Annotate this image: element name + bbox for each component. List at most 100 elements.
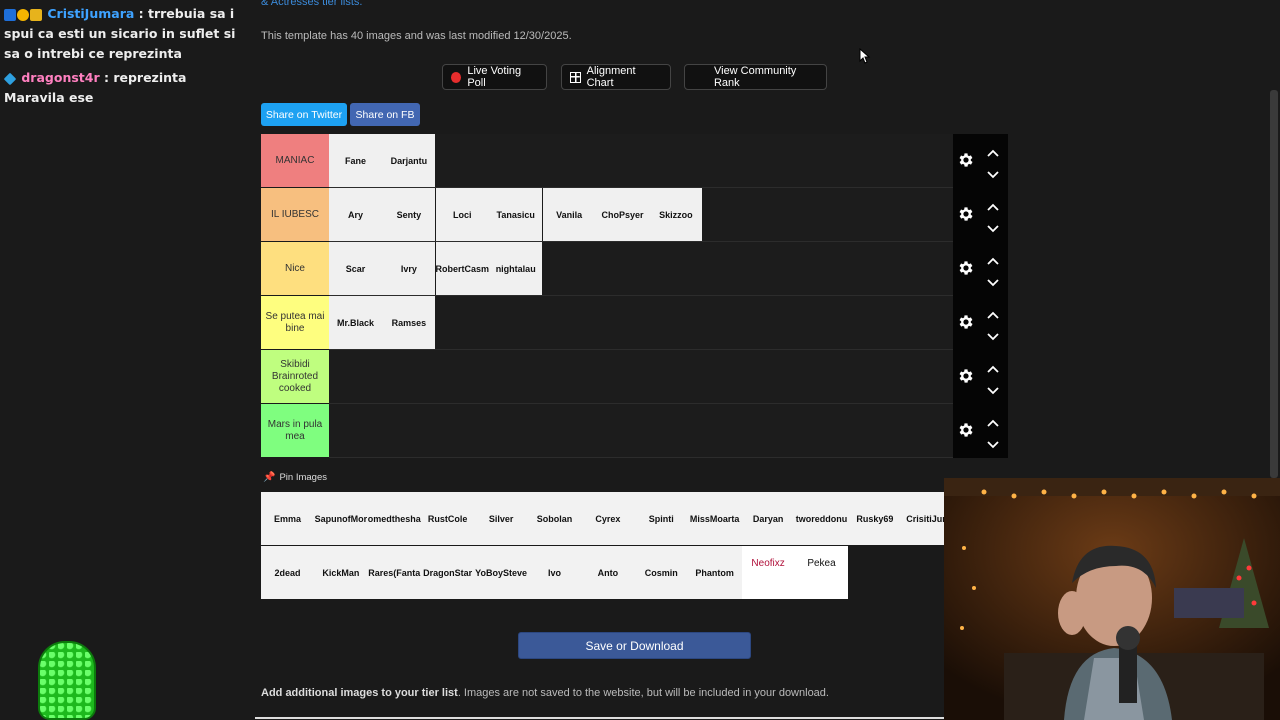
tier-row: IL IUBESC Ary Senty Loci Tanasicu Vanila ChoPs… xyxy=(261,188,1008,242)
tier-items-dropzone[interactable] xyxy=(329,350,953,404)
chevron-down-icon[interactable] xyxy=(987,382,999,395)
chevron-down-icon[interactable] xyxy=(987,166,999,179)
tier-row: Mars in pula mea xyxy=(261,404,1008,458)
tier-item[interactable]: Loci xyxy=(435,188,489,241)
share-fb-button[interactable]: Share on FB xyxy=(350,103,420,126)
tier-item[interactable]: RobertCasm xyxy=(435,242,489,295)
tier-label[interactable]: Se putea mai bine xyxy=(261,296,329,349)
tier-row: Se putea mai bine Mr.Black Ramses xyxy=(261,296,1008,350)
pool-item[interactable]: Pekea xyxy=(795,546,848,599)
chevron-up-icon[interactable] xyxy=(987,253,999,265)
pool-item[interactable]: 2dead xyxy=(261,546,314,599)
tier-items-dropzone[interactable]: Ary Senty Loci Tanasicu Vanila ChoPsyer Skizzo… xyxy=(329,188,953,242)
tier-item[interactable]: Darjantu xyxy=(382,134,436,187)
pool-item[interactable]: Emma xyxy=(261,492,314,545)
tier-item[interactable]: Tanasicu xyxy=(489,188,543,241)
tier-item[interactable]: Vanila xyxy=(542,188,596,241)
gear-icon[interactable] xyxy=(957,259,975,277)
view-community-rank-button[interactable]: View Community Rank xyxy=(684,64,827,90)
tier-items-dropzone[interactable]: Scar Ivry RobertCasm nightalau xyxy=(329,242,953,296)
pool-item[interactable]: Rares(Fanta xyxy=(368,546,421,599)
pool-row: 2dead KickMan Rares(Fanta DragonStar YoBoySt… xyxy=(261,546,848,599)
pool-item[interactable]: Cyrex xyxy=(581,492,634,545)
tier-item[interactable]: Skizzoo xyxy=(649,188,703,241)
chevron-down-icon[interactable] xyxy=(987,274,999,287)
chevron-down-icon[interactable] xyxy=(987,328,999,341)
chat-overlay: CristiJumara : trrebuia sa i spui ca est… xyxy=(0,0,255,108)
gear-icon[interactable] xyxy=(957,205,975,223)
tier-label[interactable]: Skibidi Brainroted cooked xyxy=(261,350,329,403)
pool-item[interactable]: Cosmin xyxy=(635,546,688,599)
tier-label[interactable]: MANIAC xyxy=(261,134,329,187)
gear-icon[interactable] xyxy=(957,313,975,331)
scrollbar-thumb[interactable] xyxy=(1270,90,1278,478)
chat-username[interactable]: CristiJumara xyxy=(47,6,134,21)
tier-item[interactable]: Mr.Black xyxy=(329,296,382,349)
grid-icon xyxy=(570,71,581,83)
tier-items-dropzone[interactable] xyxy=(329,404,953,458)
pool-row: Emma SapunofMor omedthesha RustCole Silver So… xyxy=(261,492,950,545)
footnote-text: . Images are not saved to the website, b… xyxy=(457,687,829,699)
chevron-up-icon[interactable] xyxy=(987,415,999,427)
community-rank-label: View Community Rank xyxy=(713,65,797,89)
tier-controls xyxy=(953,242,1008,296)
tier-label[interactable]: Nice xyxy=(261,242,329,295)
footnote-bold: Add additional images to your tier list xyxy=(261,687,458,699)
gear-icon[interactable] xyxy=(957,421,975,439)
tier-row: MANIAC Fane Darjantu xyxy=(261,134,1008,188)
pool-item[interactable]: KickMan xyxy=(314,546,367,599)
pool-item[interactable]: YoBoySteve xyxy=(475,546,528,599)
pool-item[interactable]: RustCole xyxy=(421,492,474,545)
pool-item[interactable]: tworeddonu xyxy=(795,492,848,545)
color-grid-icon xyxy=(693,69,708,85)
chevron-down-icon[interactable] xyxy=(987,436,999,449)
tier-item[interactable]: Scar xyxy=(329,242,382,295)
tier-item[interactable]: nightalau xyxy=(489,242,543,295)
pool-item[interactable]: omedthesha xyxy=(368,492,421,545)
chat-username[interactable]: dragonst4r xyxy=(21,70,99,85)
pool-item[interactable]: Phantom xyxy=(688,546,741,599)
badge-icon xyxy=(3,72,17,85)
pool-item[interactable]: Silver xyxy=(475,492,528,545)
pool-item[interactable]: Rusky69 xyxy=(848,492,901,545)
tier-item[interactable]: Ivry xyxy=(382,242,436,295)
chevron-up-icon[interactable] xyxy=(987,361,999,373)
template-description: This template has 40 images and was last… xyxy=(261,30,572,42)
tier-items-dropzone[interactable]: Fane Darjantu xyxy=(329,134,953,188)
save-or-download-button[interactable]: Save or Download xyxy=(518,632,751,659)
chevron-down-icon[interactable] xyxy=(987,220,999,233)
tier-label[interactable]: IL IUBESC xyxy=(261,188,329,241)
tier-controls xyxy=(953,350,1008,404)
pool-item[interactable]: Neofixz xyxy=(741,546,795,599)
share-twitter-button[interactable]: Share on Twitter xyxy=(261,103,347,126)
live-voting-label: Live Voting Poll xyxy=(467,65,522,89)
tier-items-dropzone[interactable]: Mr.Black Ramses xyxy=(329,296,953,350)
gear-icon[interactable] xyxy=(957,151,975,169)
pool-item[interactable]: Anto xyxy=(581,546,634,599)
alignment-chart-button[interactable]: Alignment Chart xyxy=(561,64,671,90)
alignment-chart-label: Alignment Chart xyxy=(586,65,636,89)
tier-item[interactable]: Ary xyxy=(329,188,382,241)
chat-message: dragonst4r : reprezinta Maravila ese xyxy=(0,64,255,108)
tier-item[interactable]: Senty xyxy=(382,188,436,241)
pool-item[interactable]: Daryan xyxy=(742,492,795,545)
gear-icon[interactable] xyxy=(957,367,975,385)
pool-item[interactable]: SapunofMor xyxy=(314,492,368,545)
top-link[interactable]: & Actresses tier lists. xyxy=(261,0,362,8)
chevron-up-icon[interactable] xyxy=(987,307,999,319)
tier-item[interactable]: Ramses xyxy=(382,296,436,349)
pool-item[interactable]: Sobolan xyxy=(528,492,581,545)
pool-item[interactable]: MissMoarta xyxy=(688,492,741,545)
emote-image xyxy=(38,641,96,720)
tier-item[interactable]: Fane xyxy=(329,134,382,187)
live-voting-poll-button[interactable]: Live Voting Poll xyxy=(442,64,547,90)
pin-images-toggle[interactable]: 📌 Pin Images xyxy=(263,472,327,483)
tier-controls xyxy=(953,134,1008,188)
chevron-up-icon[interactable] xyxy=(987,145,999,157)
chevron-up-icon[interactable] xyxy=(987,199,999,211)
pool-item[interactable]: DragonStar xyxy=(421,546,474,599)
tier-label[interactable]: Mars in pula mea xyxy=(261,404,329,457)
pool-item[interactable]: Ivo xyxy=(528,546,581,599)
tier-item[interactable]: ChoPsyer xyxy=(596,188,649,241)
pool-item[interactable]: Spinti xyxy=(635,492,688,545)
